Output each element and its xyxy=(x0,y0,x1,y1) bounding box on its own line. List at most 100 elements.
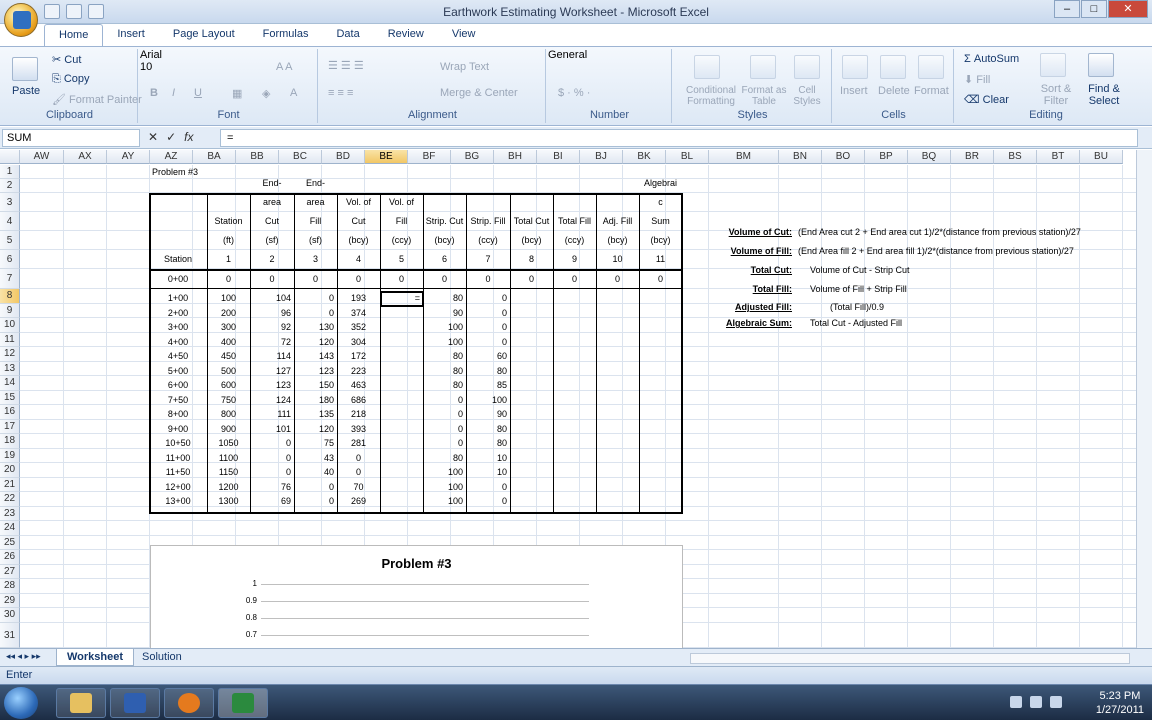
row-header[interactable]: 2 xyxy=(0,179,20,193)
number-format-box[interactable]: General xyxy=(548,49,662,61)
network-icon[interactable] xyxy=(1030,696,1042,708)
table-cell[interactable]: 393 xyxy=(337,422,380,436)
border-icon[interactable]: ▦ xyxy=(232,87,242,100)
table-cell[interactable]: 3+00 xyxy=(149,320,207,334)
table-cell[interactable]: 143 xyxy=(294,349,337,363)
table-cell[interactable]: 0 xyxy=(510,270,553,289)
table-cell[interactable]: 352 xyxy=(337,320,380,334)
table-cell[interactable]: 13+00 xyxy=(149,494,207,508)
chart[interactable]: Problem #3 1 0.9 0.8 0.7 xyxy=(150,545,683,655)
table-cell[interactable]: 1+00 xyxy=(149,291,207,305)
format-cells-icon[interactable] xyxy=(918,55,944,79)
sheet-tab-worksheet[interactable]: Worksheet xyxy=(56,649,135,666)
column-header[interactable]: BB xyxy=(236,150,279,164)
column-header[interactable]: BE xyxy=(365,150,408,164)
volume-icon[interactable] xyxy=(1050,696,1062,708)
horizontal-scrollbar[interactable] xyxy=(690,653,1130,664)
clear-button[interactable]: ⌫ Clear xyxy=(964,93,1009,106)
table-cell[interactable]: 193 xyxy=(337,291,380,305)
row-header[interactable]: 9 xyxy=(0,303,20,318)
row-header[interactable]: 16 xyxy=(0,405,20,420)
cancel-icon[interactable]: ✕ xyxy=(148,130,158,144)
table-cell[interactable]: 900 xyxy=(207,422,250,436)
table-cell[interactable]: 172 xyxy=(337,349,380,363)
table-cell[interactable]: 43 xyxy=(294,451,337,465)
table-cell[interactable]: 100 xyxy=(207,291,250,305)
table-cell[interactable]: 0 xyxy=(207,270,250,289)
column-header[interactable]: AX xyxy=(64,150,107,164)
table-cell[interactable]: 80 xyxy=(423,364,466,378)
row-header[interactable]: 3 xyxy=(0,193,20,212)
row-header[interactable]: 22 xyxy=(0,492,20,507)
table-cell[interactable]: 750 xyxy=(207,393,250,407)
column-header[interactable]: BP xyxy=(865,150,908,164)
table-cell[interactable]: 0 xyxy=(423,436,466,450)
table-cell[interactable]: 150 xyxy=(294,378,337,392)
table-cell[interactable]: 10+50 xyxy=(149,436,207,450)
excel-taskbar-button[interactable] xyxy=(218,688,268,718)
table-cell[interactable]: 4+50 xyxy=(149,349,207,363)
table-cell[interactable]: 0 xyxy=(596,270,639,289)
row-header[interactable]: 27 xyxy=(0,564,20,579)
row-header[interactable]: 5 xyxy=(0,231,20,250)
row-header[interactable]: 7 xyxy=(0,269,20,289)
row-header[interactable]: 4 xyxy=(0,212,20,231)
font-size-box[interactable]: 10 xyxy=(140,61,174,73)
explorer-taskbar-button[interactable] xyxy=(56,688,106,718)
autosum-button[interactable]: Σ AutoSum xyxy=(964,53,1019,65)
row-header[interactable]: 18 xyxy=(0,434,20,449)
table-cell[interactable]: 40 xyxy=(294,465,337,479)
insert-cells-icon[interactable] xyxy=(842,55,868,79)
wrap-text-button[interactable]: Wrap Text xyxy=(440,61,489,73)
column-header[interactable]: BG xyxy=(451,150,494,164)
table-cell[interactable]: 223 xyxy=(337,364,380,378)
sheet-nav-icon[interactable]: ◂◂ ◂ ▸ ▸▸ xyxy=(6,651,41,662)
column-header[interactable]: BU xyxy=(1080,150,1123,164)
table-cell[interactable]: 0 xyxy=(294,480,337,494)
app-taskbar-button[interactable] xyxy=(110,688,160,718)
font-color-icon[interactable]: A xyxy=(290,87,297,99)
table-cell[interactable]: 281 xyxy=(337,436,380,450)
table-cell[interactable]: 12+00 xyxy=(149,480,207,494)
office-button[interactable] xyxy=(4,3,38,37)
tab-insert[interactable]: Insert xyxy=(103,24,159,46)
fill-color-icon[interactable]: ◈ xyxy=(262,87,270,100)
table-cell[interactable]: 7+50 xyxy=(149,393,207,407)
close-button[interactable]: ✕ xyxy=(1108,0,1148,18)
table-cell[interactable]: 90 xyxy=(423,306,466,320)
table-cell[interactable]: 0 xyxy=(250,270,294,289)
table-cell[interactable]: 800 xyxy=(207,407,250,421)
table-cell[interactable]: 111 xyxy=(250,407,294,421)
table-cell[interactable]: 100 xyxy=(423,335,466,349)
column-header[interactable]: BM xyxy=(709,150,779,164)
table-cell[interactable]: 2+00 xyxy=(149,306,207,320)
row-header[interactable]: 8 xyxy=(0,289,20,304)
row-header[interactable]: 15 xyxy=(0,390,20,405)
column-header[interactable]: BF xyxy=(408,150,451,164)
row-header[interactable]: 30 xyxy=(0,608,20,623)
table-cell[interactable]: 123 xyxy=(250,378,294,392)
firefox-taskbar-button[interactable] xyxy=(164,688,214,718)
tab-home[interactable]: Home xyxy=(44,24,104,46)
table-cell[interactable]: 80 xyxy=(423,349,466,363)
table-cell[interactable]: 80 xyxy=(466,364,510,378)
flag-icon[interactable] xyxy=(1010,696,1022,708)
align-left-icon[interactable]: ≡ ≡ ≡ xyxy=(328,87,353,99)
table-cell[interactable]: 0 xyxy=(294,306,337,320)
tab-formulas[interactable]: Formulas xyxy=(249,24,323,46)
table-cell[interactable]: 1150 xyxy=(207,465,250,479)
grow-font-icon[interactable]: A A xyxy=(276,61,293,73)
table-cell[interactable]: 6+00 xyxy=(149,378,207,392)
row-header[interactable]: 13 xyxy=(0,361,20,376)
table-cell[interactable]: 200 xyxy=(207,306,250,320)
table-cell[interactable]: 0 xyxy=(294,270,337,289)
table-cell[interactable]: 5+00 xyxy=(149,364,207,378)
table-cell[interactable]: 269 xyxy=(337,494,380,508)
table-cell[interactable]: 304 xyxy=(337,335,380,349)
column-header[interactable]: BK xyxy=(623,150,666,164)
row-header[interactable]: 20 xyxy=(0,463,20,478)
table-cell[interactable]: 1100 xyxy=(207,451,250,465)
table-cell[interactable]: 124 xyxy=(250,393,294,407)
table-cell[interactable]: 300 xyxy=(207,320,250,334)
table-cell[interactable]: 0 xyxy=(466,480,510,494)
